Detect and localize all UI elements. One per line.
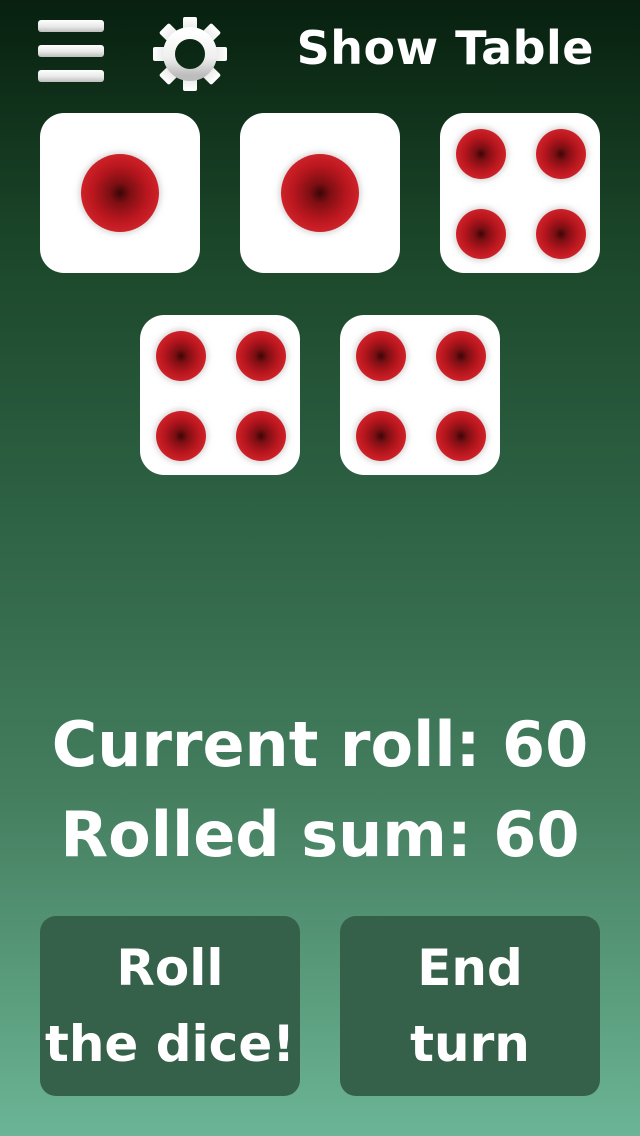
end-turn-label-line2: turn <box>410 1015 530 1073</box>
menu-button[interactable] <box>38 18 106 84</box>
die-pip <box>536 209 586 259</box>
roll-dice-label: Roll the dice! <box>45 930 295 1082</box>
menu-bar <box>38 70 104 82</box>
die-pip <box>436 411 486 461</box>
end-turn-label-line1: End <box>417 939 523 997</box>
roll-stats: Current roll: 60 Rolled sum: 60 <box>0 700 640 880</box>
die-pip <box>156 411 206 461</box>
die-pip <box>436 331 486 381</box>
die-pip <box>356 411 406 461</box>
show-table-button[interactable]: Show Table <box>297 18 594 78</box>
die-pip <box>156 331 206 381</box>
roll-dice-label-line2: the dice! <box>44 1015 296 1073</box>
die-pip <box>536 129 586 179</box>
die-2[interactable] <box>240 113 400 273</box>
die-5[interactable] <box>340 315 500 475</box>
die-1[interactable] <box>40 113 200 273</box>
roll-dice-label-line1: Roll <box>116 939 224 997</box>
end-turn-button[interactable]: End turn <box>340 916 600 1096</box>
die-pip <box>81 154 159 232</box>
settings-button[interactable] <box>150 14 230 94</box>
die-4[interactable] <box>140 315 300 475</box>
die-pip <box>356 331 406 381</box>
menu-bar <box>38 45 104 57</box>
die-pip <box>236 411 286 461</box>
die-3[interactable] <box>440 113 600 273</box>
die-pip <box>281 154 359 232</box>
roll-dice-button[interactable]: Roll the dice! <box>40 916 300 1096</box>
current-roll-text: Current roll: 60 <box>51 708 589 781</box>
menu-bar <box>38 20 104 32</box>
die-pip <box>456 209 506 259</box>
die-pip <box>236 331 286 381</box>
gear-icon <box>153 17 227 91</box>
rolled-sum-text: Rolled sum: 60 <box>60 798 580 871</box>
die-pip <box>456 129 506 179</box>
end-turn-label: End turn <box>410 930 530 1082</box>
